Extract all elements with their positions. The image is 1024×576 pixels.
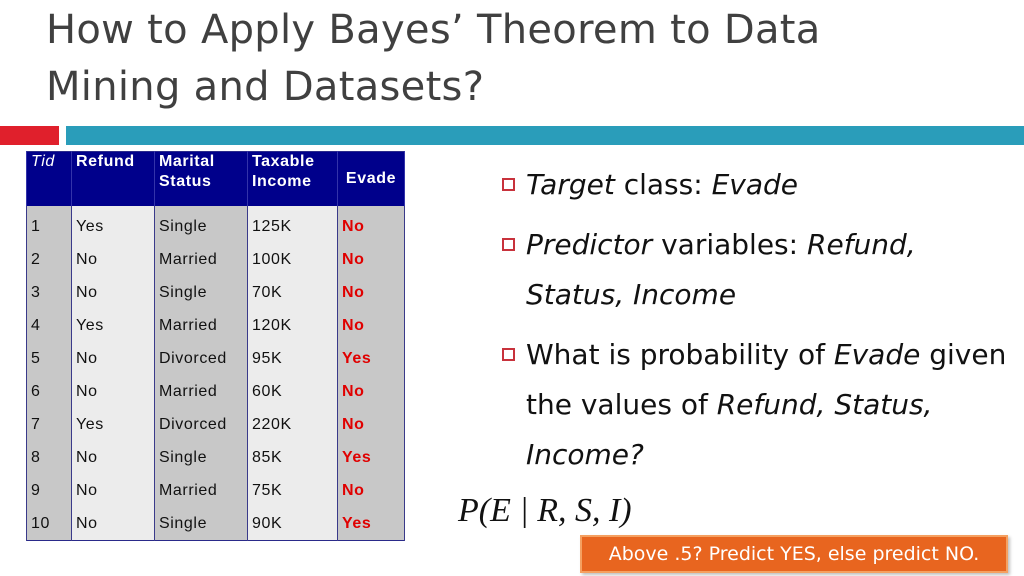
table-row: 1 Yes Single 125K No — [26, 206, 405, 243]
bullet-text: variables: — [652, 228, 807, 261]
cell-marital-status: Divorced — [154, 342, 248, 375]
cell-refund: No — [71, 441, 155, 474]
bullet-text: Target — [526, 168, 615, 201]
bullet-item: Predictor variables: Refund, Status, Inc… — [490, 220, 1010, 320]
cell-evade: Yes — [337, 507, 405, 541]
bullet-text: Evade — [711, 168, 798, 201]
cell-evade: No — [337, 375, 405, 408]
formula-text: P(E | R, S, I) — [458, 492, 632, 529]
cell-tid: 7 — [26, 408, 72, 441]
cell-evade: No — [337, 206, 405, 243]
cell-tid: 6 — [26, 375, 72, 408]
cell-taxable-income: 125K — [247, 206, 338, 243]
cell-tid: 8 — [26, 441, 72, 474]
prediction-rule-callout: Above .5? Predict YES, else predict NO. — [580, 535, 1008, 573]
cell-marital-status: Single — [154, 276, 248, 309]
cell-refund: No — [71, 474, 155, 507]
bullet-text: Evade — [833, 338, 921, 371]
cell-marital-status: Married — [154, 375, 248, 408]
bullet-text: Predictor — [526, 228, 653, 261]
bullet-text: class: — [614, 168, 712, 201]
square-bullet-icon — [502, 178, 515, 191]
cell-taxable-income: 120K — [247, 309, 338, 342]
cell-refund: Yes — [71, 309, 155, 342]
cell-tid: 1 — [26, 206, 72, 243]
cell-taxable-income: 220K — [247, 408, 338, 441]
cell-evade: Yes — [337, 342, 405, 375]
cell-marital-status: Married — [154, 474, 248, 507]
cell-taxable-income: 75K — [247, 474, 338, 507]
cell-evade: No — [337, 243, 405, 276]
cell-refund: No — [71, 243, 155, 276]
cell-refund: Yes — [71, 206, 155, 243]
cell-refund: Yes — [71, 408, 155, 441]
table-row: 6 No Married 60K No — [26, 375, 405, 408]
cell-taxable-income: 70K — [247, 276, 338, 309]
cell-taxable-income: 90K — [247, 507, 338, 541]
slide-title: How to Apply Bayes’ Theorem to Data Mini… — [46, 7, 821, 110]
square-bullet-icon — [502, 348, 515, 361]
header-tid: Tid — [26, 151, 72, 206]
accent-bar-teal — [66, 126, 1024, 145]
cell-marital-status: Married — [154, 243, 248, 276]
bullet-text: What is probability of — [526, 338, 834, 371]
header-refund: Refund — [71, 151, 155, 206]
bullet-item: What is probability of Evade given the v… — [490, 330, 1010, 480]
table-row: 3 No Single 70K No — [26, 276, 405, 309]
table-row: 2 No Married 100K No — [26, 243, 405, 276]
cell-taxable-income: 100K — [247, 243, 338, 276]
bullet-item: Target class: Evade — [490, 160, 1010, 210]
dataset-table: Tid Refund Marital Status Taxable Income… — [26, 151, 405, 541]
cell-evade: No — [337, 408, 405, 441]
cell-tid: 10 — [26, 507, 72, 541]
cell-marital-status: Married — [154, 309, 248, 342]
cell-tid: 5 — [26, 342, 72, 375]
header-evade: Evade — [337, 151, 405, 206]
cell-evade: No — [337, 276, 405, 309]
cell-evade: No — [337, 309, 405, 342]
cell-evade: Yes — [337, 441, 405, 474]
cell-refund: No — [71, 507, 155, 541]
table-row: 9 No Married 75K No — [26, 474, 405, 507]
cell-taxable-income: 60K — [247, 375, 338, 408]
cell-marital-status: Single — [154, 206, 248, 243]
cell-taxable-income: 85K — [247, 441, 338, 474]
header-marital-status: Marital Status — [154, 151, 248, 206]
table-row: 7 Yes Divorced 220K No — [26, 408, 405, 441]
cell-tid: 2 — [26, 243, 72, 276]
cell-evade: No — [337, 474, 405, 507]
cell-marital-status: Single — [154, 507, 248, 541]
cell-tid: 4 — [26, 309, 72, 342]
accent-bar-red — [0, 126, 59, 145]
cell-tid: 3 — [26, 276, 72, 309]
square-bullet-icon — [502, 238, 515, 251]
cell-refund: No — [71, 276, 155, 309]
table-row: 10 No Single 90K Yes — [26, 507, 405, 541]
table-header-row: Tid Refund Marital Status Taxable Income… — [26, 151, 405, 206]
cell-taxable-income: 95K — [247, 342, 338, 375]
cell-tid: 9 — [26, 474, 72, 507]
bullet-list: Target class: Evade Predictor variables: … — [490, 160, 1010, 490]
header-taxable-income: Taxable Income — [247, 151, 338, 206]
cell-refund: No — [71, 342, 155, 375]
cell-marital-status: Divorced — [154, 408, 248, 441]
cell-marital-status: Single — [154, 441, 248, 474]
table-row: 4 Yes Married 120K No — [26, 309, 405, 342]
table-row: 5 No Divorced 95K Yes — [26, 342, 405, 375]
probability-formula: P(E | R, S, I) — [458, 492, 632, 530]
table-row: 8 No Single 85K Yes — [26, 441, 405, 474]
cell-refund: No — [71, 375, 155, 408]
